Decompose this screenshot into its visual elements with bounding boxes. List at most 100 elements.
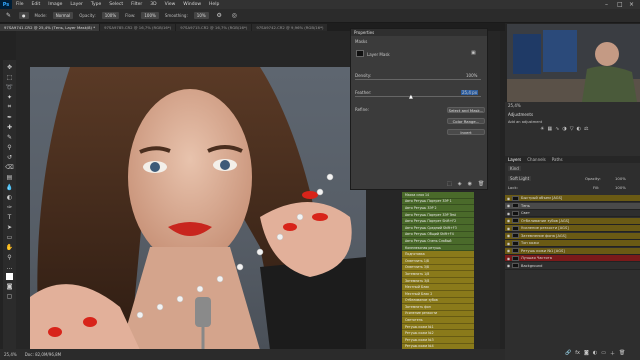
menu-layer[interactable]: Layer [66, 2, 87, 7]
more-tools-icon[interactable]: … [5, 263, 14, 271]
action-item[interactable]: Местный Блик 2 [402, 290, 474, 298]
move-tool-icon[interactable]: ✥ [5, 63, 14, 71]
layer-thumbnail[interactable] [512, 233, 519, 238]
tab-document-3[interactable]: 97SA9715.CR2 @ 16,7% (RGB/16*) [176, 24, 252, 31]
brush-tool-icon[interactable]: ✎ [5, 133, 14, 141]
layer-row[interactable]: ◉ Background [505, 263, 640, 270]
layer-row[interactable]: ◉ Затемнение фона [AGS] [505, 232, 640, 240]
action-item[interactable]: Осветлить 3/8 [402, 264, 474, 272]
action-item[interactable]: Ретушь кожи №4 [402, 343, 474, 349]
action-item[interactable]: Ретушь кожи №1 [402, 323, 474, 331]
layer-thumbnail[interactable] [512, 240, 519, 246]
visibility-eye-icon[interactable]: ◉ [505, 241, 512, 246]
marquee-tool-icon[interactable]: ⬚ [5, 73, 14, 81]
menu-3d[interactable]: 3D [146, 2, 160, 7]
apply-mask-icon[interactable]: ◈ [458, 181, 462, 187]
feather-slider[interactable] [355, 96, 481, 97]
layer-name[interactable]: Лучшая Частота [521, 256, 552, 260]
eyedropper-icon[interactable]: ✒ [5, 113, 14, 121]
minimize-icon[interactable]: – [605, 1, 608, 8]
gear-icon[interactable]: ⚙ [215, 12, 224, 20]
layer-opacity-value[interactable]: 100% [615, 176, 626, 181]
layer-name[interactable]: Тон кожи [521, 241, 539, 245]
crop-tool-icon[interactable]: ⌗ [5, 103, 14, 111]
tab-paths[interactable]: Paths [549, 157, 566, 162]
visibility-icon[interactable]: ◉ [468, 181, 472, 187]
layer-name[interactable]: Отбеливание зубов [AGS] [521, 219, 569, 223]
layer-thumbnail[interactable] [512, 225, 519, 231]
layer-name[interactable]: Background [521, 264, 542, 268]
action-item[interactable]: Авто Ретушь Портрет 3ЭР 1 [402, 198, 474, 206]
action-item[interactable]: Затемнить 3/8 [402, 277, 474, 285]
color-balance-icon[interactable]: ⚖ [584, 126, 588, 132]
delete-layer-icon[interactable]: 🗑 [619, 350, 625, 357]
new-group-icon[interactable]: ▭ [601, 350, 606, 357]
levels-icon[interactable]: ▦ [547, 126, 552, 132]
path-select-icon[interactable]: ➤ [5, 223, 14, 231]
visibility-eye-icon[interactable]: ◉ [505, 203, 512, 208]
tab-document-1[interactable]: 97SA9741.CR2 @ 25,4% (Тень, Layer Mask/8… [0, 24, 100, 31]
menu-filter[interactable]: Filter [127, 2, 146, 7]
tab-document-2[interactable]: 97SA9785.CR2 @ 16,7% (RGB/16*) [100, 24, 176, 31]
curves-icon[interactable]: ∿ [555, 126, 559, 132]
feather-value[interactable]: 25,4 px [461, 90, 479, 95]
foreground-color-swatch[interactable] [6, 273, 13, 280]
blur-tool-icon[interactable]: 💧 [5, 183, 14, 191]
blend-mode-select[interactable]: Soft Light [508, 176, 532, 181]
flow-field[interactable]: 100% [141, 12, 159, 19]
clone-stamp-icon[interactable]: ⚲ [5, 143, 14, 151]
visibility-eye-icon[interactable]: ◉ [505, 263, 512, 268]
vector-mask-icon[interactable]: ▣ [471, 50, 476, 56]
color-range-button[interactable]: Color Range... [447, 118, 485, 124]
load-selection-icon[interactable]: ⬚ [447, 181, 452, 187]
opacity-field[interactable]: 100% [101, 12, 120, 19]
fx-icon[interactable]: fx [575, 350, 580, 357]
pressure-icon[interactable]: ◎ [230, 12, 239, 20]
layer-row[interactable]: ◉ Отбеливание зубов [AGS] [505, 217, 640, 225]
type-tool-icon[interactable]: T [5, 213, 14, 221]
menu-window[interactable]: Window [179, 2, 205, 7]
link-icon[interactable]: 🔗 [565, 350, 571, 357]
add-mask-icon[interactable]: ◙ [584, 350, 589, 357]
action-item[interactable]: Затемнить фон [402, 304, 474, 311]
feather-slider-handle[interactable]: ▲ [409, 94, 413, 100]
quick-mask-icon[interactable]: ◙ [5, 282, 14, 290]
trash-icon[interactable]: 🗑 [478, 181, 484, 187]
tab-layers[interactable]: Layers [505, 157, 524, 162]
action-item[interactable]: Светотень [402, 317, 474, 324]
visibility-eye-icon[interactable]: ◉ [505, 248, 512, 253]
screen-mode-icon[interactable]: ▢ [5, 292, 14, 300]
vibrance-icon[interactable]: ▽ [570, 126, 574, 132]
layer-name[interactable]: Быстрый объем [AGS] [521, 196, 562, 200]
hand-tool-icon[interactable]: ✋ [5, 243, 14, 251]
invert-button[interactable]: Invert [447, 129, 485, 135]
visibility-eye-icon[interactable]: ◉ [505, 211, 512, 216]
dodge-tool-icon[interactable]: ◐ [5, 193, 14, 201]
healing-brush-icon[interactable]: ✚ [5, 123, 14, 131]
menu-view[interactable]: View [161, 2, 180, 7]
layer-row[interactable]: ◉ Тень [505, 202, 640, 210]
action-item[interactable]: Ретушь кожи №2 [402, 330, 474, 338]
layer-row[interactable]: ◉ Быстрый объем [AGS] [505, 195, 640, 202]
action-item[interactable]: Авто Ретушь Портрет 3ЭР Test [402, 211, 474, 219]
shape-tool-icon[interactable]: ▭ [5, 233, 14, 241]
layer-name[interactable]: Тень [521, 204, 530, 208]
exposure-icon[interactable]: ◑ [562, 126, 566, 132]
menu-edit[interactable]: Edit [28, 2, 45, 7]
action-item[interactable]: Маска слоя 14 [402, 192, 474, 199]
action-item[interactable]: Авто Ретушь Очень Слабый [402, 238, 474, 245]
action-item[interactable]: Осветлить 1/8 [402, 257, 474, 265]
density-slider[interactable] [355, 79, 481, 80]
action-item[interactable]: Ретушь кожи №3 [402, 337, 474, 344]
action-item[interactable]: Затемнить 1/8 [402, 271, 474, 278]
menu-file[interactable]: File [12, 2, 28, 7]
density-value[interactable]: 100% [466, 73, 477, 78]
new-layer-icon[interactable]: ＋ [610, 350, 615, 357]
visibility-eye-icon[interactable]: ◉ [505, 196, 512, 201]
pen-tool-icon[interactable]: ✑ [5, 203, 14, 211]
zoom-readout[interactable]: 25,4% [4, 352, 17, 357]
layer-thumbnail[interactable] [512, 195, 519, 201]
navigator-zoom[interactable]: 25,4% [508, 103, 521, 108]
layer-name[interactable]: Затемнение фона [AGS] [521, 234, 566, 238]
action-item[interactable]: Комплексная ретушь [402, 244, 474, 252]
